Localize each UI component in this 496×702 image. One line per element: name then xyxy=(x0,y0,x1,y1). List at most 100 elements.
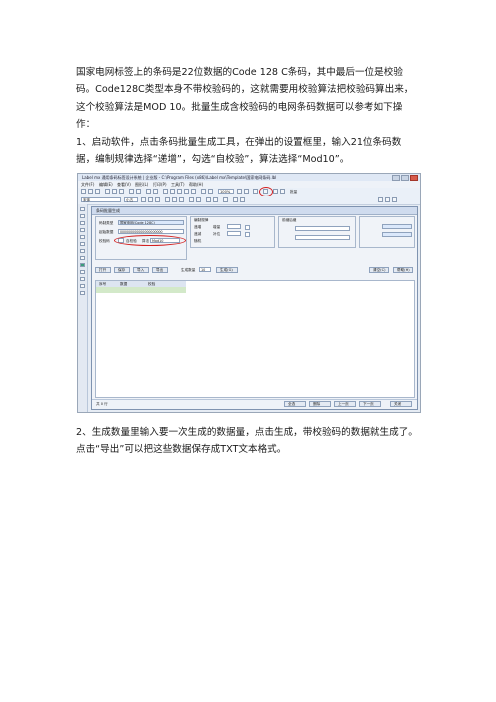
intro-paragraph: 国家电网标签上的条码是22位数据的Code 128 C条码，其中最后一位是校验码… xyxy=(76,67,414,131)
barcode-type-select[interactable]: 国家电网(Code 128C) xyxy=(118,220,184,225)
ungroup-icon[interactable] xyxy=(213,197,218,202)
qrcode-tool-icon[interactable] xyxy=(80,228,85,232)
rule-group-title: 编制规律 xyxy=(194,218,209,222)
checksum-weight-input[interactable] xyxy=(382,232,412,237)
flip-icon[interactable] xyxy=(196,197,201,202)
generate-button[interactable]: 生成(G) xyxy=(216,267,238,273)
serial-tool-icon[interactable] xyxy=(80,277,85,281)
row-count-status: 共 0 行 xyxy=(96,402,108,406)
batch-generate-dialog: 条码批量生成 码制类型 国家电网(Code 128C) 起始数据 0000000… xyxy=(91,206,418,410)
select-all-button[interactable]: 全选 xyxy=(284,401,306,407)
generate-count-label: 生成数量 xyxy=(181,268,196,272)
ruler-icon[interactable] xyxy=(244,189,249,194)
checksum-settings-group xyxy=(359,216,415,248)
help-button[interactable]: 帮助(H) xyxy=(393,267,413,273)
group-icon[interactable] xyxy=(206,197,211,202)
option-checkbox-2[interactable] xyxy=(245,232,250,237)
ellipse-tool-icon[interactable] xyxy=(80,249,85,253)
zoom-out-icon[interactable] xyxy=(208,189,213,194)
layer-down-icon[interactable] xyxy=(240,197,245,202)
table-icon[interactable] xyxy=(378,197,383,202)
paste-icon[interactable] xyxy=(119,189,124,194)
layer-up-icon[interactable] xyxy=(233,197,238,202)
rect-tool-icon[interactable] xyxy=(80,242,85,246)
grid-selected-row[interactable] xyxy=(96,287,186,293)
preview-icon[interactable] xyxy=(153,189,158,194)
columns-icon[interactable] xyxy=(385,197,390,202)
help-icon[interactable] xyxy=(280,189,285,194)
text-right-icon[interactable] xyxy=(179,197,184,202)
rotate-icon[interactable] xyxy=(189,197,194,202)
align-center-icon[interactable] xyxy=(170,189,175,194)
step-2-paragraph: 2、生成数量里输入要一次生成的数据量，点击生成，带校验码的数据就生成了。点击“导… xyxy=(76,427,418,456)
new-icon[interactable] xyxy=(81,189,86,194)
undo-icon[interactable] xyxy=(129,189,134,194)
close-dialog-button[interactable]: 关闭 xyxy=(390,401,412,407)
image-tool-icon[interactable] xyxy=(80,256,85,260)
step-input[interactable] xyxy=(227,224,241,229)
step-1-paragraph: 1、启动软件，点击条码批量生成工具，在弹出的设置框里，输入21位条码数据，编制规… xyxy=(76,137,402,166)
align-right-icon[interactable] xyxy=(177,189,182,194)
format-toolbar: 宋体 小五 xyxy=(78,196,420,205)
start-data-label: 起始数据 xyxy=(99,230,114,234)
text-tool-icon[interactable] xyxy=(80,214,85,218)
grid-icon[interactable] xyxy=(237,189,242,194)
open-button[interactable]: 打开 xyxy=(95,267,111,273)
font-select[interactable]: 宋体 xyxy=(81,197,121,202)
fill-tool-icon[interactable] xyxy=(80,263,85,267)
font-size-select[interactable]: 小五 xyxy=(124,197,138,202)
clear-button[interactable]: 清空(C) xyxy=(369,267,389,273)
table-tool-icon[interactable] xyxy=(80,270,85,274)
barcode-tool-icon[interactable] xyxy=(80,221,85,225)
rows-icon[interactable] xyxy=(392,197,397,202)
cut-icon[interactable] xyxy=(105,189,110,194)
fill-input[interactable] xyxy=(227,231,241,236)
suffix-input[interactable] xyxy=(295,235,350,240)
line-tool-icon[interactable] xyxy=(80,235,85,239)
align-top-icon[interactable] xyxy=(184,189,189,194)
database-icon[interactable] xyxy=(253,189,258,194)
rule-increment[interactable]: 递增 xyxy=(194,225,201,230)
pointer-icon[interactable] xyxy=(80,207,85,211)
redo-icon[interactable] xyxy=(136,189,141,194)
zoom-select[interactable]: 100% xyxy=(218,189,234,194)
import-button[interactable]: 导入 xyxy=(133,267,149,273)
data-grid: 序号 数据 校验 xyxy=(95,280,415,398)
align-left-icon[interactable] xyxy=(163,189,168,194)
date-tool-icon[interactable] xyxy=(80,284,85,288)
rule-decrement[interactable]: 递减 xyxy=(194,232,201,237)
underline-icon[interactable] xyxy=(155,197,160,202)
checksum-position-input[interactable] xyxy=(382,224,412,229)
rule-group: 编制规律 递增 递减 随机 增量 补位 xyxy=(190,216,275,248)
lock-icon[interactable] xyxy=(223,197,228,202)
export-button[interactable]: 导出 xyxy=(152,267,168,273)
next-page-button[interactable]: 下一页 xyxy=(359,401,381,407)
dialog-title: 条码批量生成 xyxy=(96,208,120,213)
align-bottom-icon[interactable] xyxy=(191,189,196,194)
copy-icon[interactable] xyxy=(112,189,117,194)
data-settings-group: 码制类型 国家电网(Code 128C) 起始数据 00000000000000… xyxy=(95,216,187,260)
settings-icon[interactable] xyxy=(273,189,278,194)
prefix-input[interactable] xyxy=(295,226,350,231)
dialog-titlebar: 条码批量生成 xyxy=(92,207,417,215)
start-data-input[interactable]: 000000000000000000000 xyxy=(118,229,184,234)
checksum-label: 校验码 xyxy=(99,239,110,243)
italic-icon[interactable] xyxy=(148,197,153,202)
rule-random[interactable]: 随机 xyxy=(194,239,201,244)
zoom-in-icon[interactable] xyxy=(201,189,206,194)
text-left-icon[interactable] xyxy=(165,197,170,202)
print-icon[interactable] xyxy=(146,189,151,194)
batch-tool-label: 批量 xyxy=(290,189,298,194)
delete-button[interactable]: 删除 xyxy=(309,401,331,407)
option-checkbox-1[interactable] xyxy=(245,225,250,230)
bold-icon[interactable] xyxy=(141,197,146,202)
save-icon[interactable] xyxy=(95,189,100,194)
lock-tool-icon[interactable] xyxy=(80,291,85,295)
open-icon[interactable] xyxy=(88,189,93,194)
fill-label: 补位 xyxy=(213,232,221,236)
prev-page-button[interactable]: 上一页 xyxy=(334,401,356,407)
text-center-icon[interactable] xyxy=(172,197,177,202)
generate-count-input[interactable]: 10 xyxy=(199,267,211,272)
save-button[interactable]: 保存 xyxy=(114,267,130,273)
prefix-group-title: 前缀后缀 xyxy=(282,218,297,222)
